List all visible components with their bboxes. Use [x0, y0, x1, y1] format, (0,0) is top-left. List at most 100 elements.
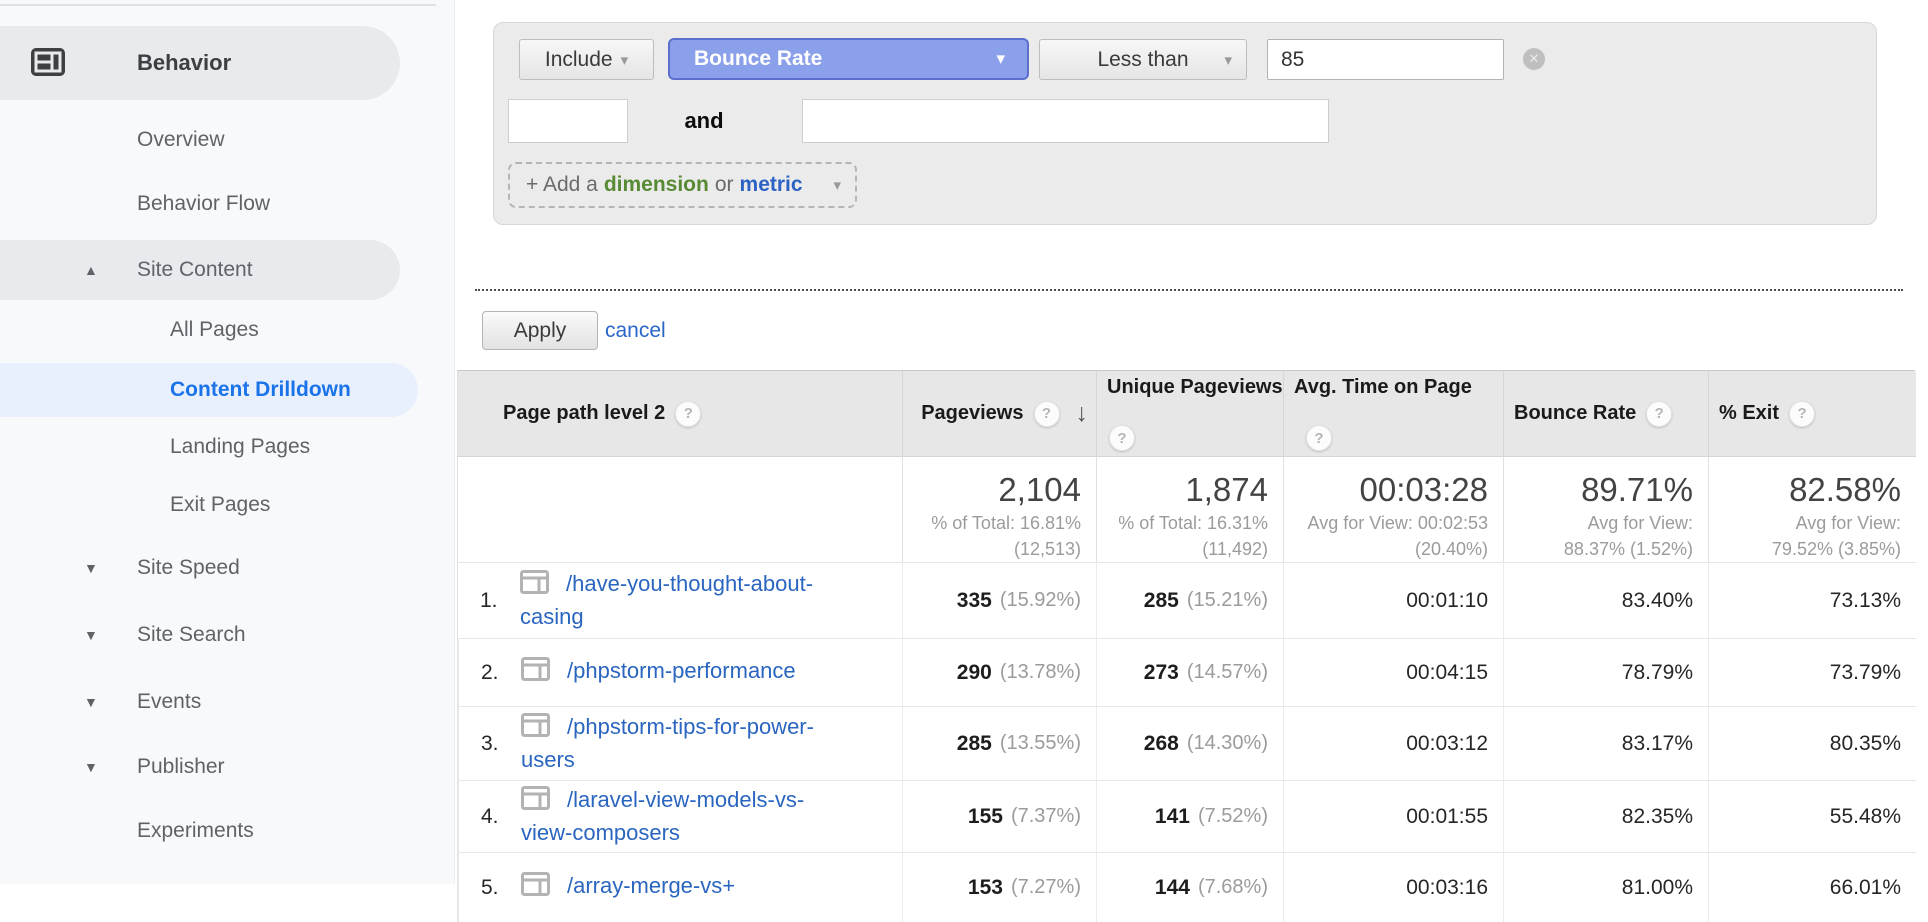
cell-avg-time: 00:03:16	[1283, 852, 1503, 922]
help-icon[interactable]: ?	[1646, 401, 1672, 427]
help-icon[interactable]: ?	[1034, 401, 1060, 427]
table-row-path: 2. /phpstorm-performance	[458, 638, 902, 706]
collapse-triangle-icon[interactable]: ▲	[84, 262, 98, 278]
page-path-link[interactable]: /laravel-view-models-vs-view-composers	[521, 787, 804, 845]
cell-pageviews: 285(13.55%)	[902, 706, 1096, 780]
cell-pageviews: 290(13.78%)	[902, 638, 1096, 706]
sidebar-section-behavior[interactable]: Behavior	[0, 26, 400, 100]
expand-triangle-icon[interactable]: ▼	[84, 627, 98, 643]
filter-and-label: and	[654, 99, 754, 143]
sidebar-item-all-pages[interactable]: All Pages	[0, 306, 455, 354]
expand-triangle-icon[interactable]: ▼	[84, 759, 98, 775]
clear-x-glyph: ✕	[1529, 51, 1540, 67]
sidebar-item-exit-pages[interactable]: Exit Pages	[0, 481, 455, 529]
column-header-avg-time[interactable]: Avg. Time on Page ?	[1283, 371, 1503, 456]
apply-button[interactable]: Apply	[482, 311, 598, 350]
cell-bounce-rate: 78.79%	[1503, 638, 1708, 706]
filter-empty-slot-left[interactable]	[508, 99, 628, 143]
help-glyph: ?	[1655, 405, 1664, 422]
summary-cell-bounce-rate: 89.71% Avg for View: 88.37% (1.52%)	[1503, 456, 1708, 562]
help-icon[interactable]: ?	[1789, 401, 1815, 427]
help-glyph: ?	[1042, 405, 1051, 422]
sidebar-item-experiments[interactable]: Experiments	[0, 807, 455, 855]
row-number: 4.	[481, 805, 521, 829]
sidebar-item-site-content[interactable]: ▲ Site Content	[0, 240, 400, 300]
column-header-pageviews[interactable]: Pageviews ? ↓	[902, 371, 1096, 456]
cell-unique-pageviews: 141(7.52%)	[1096, 780, 1283, 852]
sidebar-item-label: Overview	[137, 128, 225, 152]
page-path-link[interactable]: /phpstorm-performance	[567, 658, 796, 683]
unique-value: 268	[1144, 732, 1179, 756]
column-header-label: Page path level 2	[503, 402, 665, 425]
sidebar-item-overview[interactable]: Overview	[0, 116, 455, 164]
help-glyph: ?	[684, 405, 693, 422]
column-header-label: Bounce Rate	[1514, 402, 1636, 425]
sidebar-item-landing-pages[interactable]: Landing Pages	[0, 423, 455, 471]
page-layout-icon	[521, 872, 550, 904]
filter-operator-dropdown[interactable]: Less than ▾	[1039, 39, 1247, 80]
unique-percent: (15.21%)	[1187, 589, 1268, 612]
page-layout-icon	[521, 657, 550, 689]
cell-percent-exit: 73.79%	[1708, 638, 1916, 706]
summary-cell-unique-pageviews: 1,874 % of Total: 16.31% (11,492)	[1096, 456, 1283, 562]
summary-cell-empty	[458, 456, 902, 562]
include-dropdown-label: Include	[545, 48, 613, 72]
column-header-bounce-rate[interactable]: Bounce Rate ?	[1503, 371, 1708, 456]
behavior-icon	[30, 46, 66, 78]
help-icon[interactable]: ?	[675, 401, 701, 427]
cancel-link[interactable]: cancel	[605, 311, 666, 350]
summary-subline: 79.52% (3.85%)	[1709, 536, 1901, 562]
page-path-link[interactable]: /phpstorm-tips-for-power-users	[521, 714, 814, 772]
help-icon[interactable]: ?	[1306, 425, 1332, 451]
cell-pageviews: 153(7.27%)	[902, 852, 1096, 922]
cell-avg-time: 00:01:10	[1283, 562, 1503, 638]
sidebar-item-site-search[interactable]: ▼ Site Search	[0, 611, 455, 659]
page-layout-icon	[521, 713, 550, 745]
filter-empty-slot-right[interactable]	[802, 99, 1329, 143]
sidebar-item-content-drilldown[interactable]: Content Drilldown	[0, 363, 418, 417]
filter-metric-dropdown[interactable]: Bounce Rate ▾	[668, 38, 1029, 80]
cell-avg-time: 00:04:15	[1283, 638, 1503, 706]
expand-triangle-icon[interactable]: ▼	[84, 694, 98, 710]
unique-percent: (14.57%)	[1187, 661, 1268, 684]
page-path-link[interactable]: /have-you-thought-about-casing	[520, 571, 813, 629]
chevron-down-icon: ▾	[996, 49, 1005, 69]
sidebar-item-label: All Pages	[170, 318, 259, 342]
chevron-down-icon: ▾	[1224, 51, 1232, 69]
pageviews-percent: (13.55%)	[1000, 732, 1081, 755]
unique-value: 144	[1155, 876, 1190, 900]
column-header-unique-pageviews[interactable]: Unique Pageviews ?	[1096, 371, 1283, 456]
sidebar-item-behavior-flow[interactable]: Behavior Flow	[0, 180, 455, 228]
page-path-link[interactable]: /array-merge-vs+	[567, 873, 735, 898]
column-header-label: Unique Pageviews	[1107, 376, 1283, 399]
sidebar-item-events[interactable]: ▼ Events	[0, 678, 455, 726]
dotted-separator	[475, 289, 1903, 291]
sidebar-item-site-speed[interactable]: ▼ Site Speed	[0, 544, 455, 592]
report-sidebar: Behavior Overview Behavior Flow ▲ Site C…	[0, 0, 455, 884]
add-dimension-or-metric-button[interactable]: + Add a dimension or metric ▾	[508, 162, 857, 208]
report-content: Include ▾ Bounce Rate ▾ Less than ▾ ✕ an…	[455, 0, 1928, 884]
filter-value-input[interactable]	[1267, 39, 1504, 80]
summary-subline: Avg for View:	[1504, 510, 1693, 536]
summary-subline: % of Total: 16.31%	[1097, 510, 1268, 536]
sidebar-item-label: Behavior Flow	[137, 192, 270, 216]
clear-filter-icon[interactable]: ✕	[1523, 48, 1545, 70]
sidebar-item-publisher[interactable]: ▼ Publisher	[0, 743, 455, 791]
pageviews-percent: (7.27%)	[1011, 876, 1081, 899]
summary-value: 00:03:28	[1284, 470, 1488, 510]
include-exclude-dropdown[interactable]: Include ▾	[519, 39, 654, 80]
row-number: 1.	[480, 589, 520, 613]
expand-triangle-icon[interactable]: ▼	[84, 560, 98, 576]
sort-descending-icon[interactable]: ↓	[1076, 399, 1089, 428]
sidebar-item-label: Events	[137, 690, 201, 714]
chevron-down-icon: ▾	[621, 51, 629, 69]
column-header-page-path[interactable]: Page path level 2 ?	[458, 371, 902, 456]
unique-value: 141	[1155, 805, 1190, 829]
summary-cell-avg-time: 00:03:28 Avg for View: 00:02:53 (20.40%)	[1283, 456, 1503, 562]
row-number: 2.	[481, 661, 521, 685]
help-icon[interactable]: ?	[1109, 425, 1135, 451]
summary-value: 82.58%	[1709, 470, 1901, 510]
sidebar-item-label: Site Speed	[137, 556, 240, 580]
summary-cell-percent-exit: 82.58% Avg for View: 79.52% (3.85%)	[1708, 456, 1916, 562]
column-header-percent-exit[interactable]: % Exit ?	[1708, 371, 1916, 456]
